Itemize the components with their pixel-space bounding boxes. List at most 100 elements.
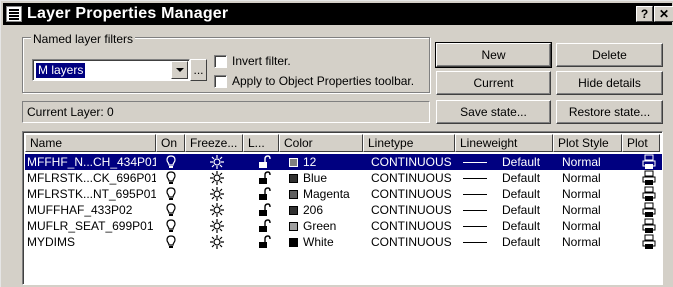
apply-to-toolbar-checkbox[interactable] <box>214 75 227 88</box>
linetype[interactable]: CONTINUOUS <box>371 202 457 218</box>
layer-row[interactable]: MFLRSTK...CK_696P01 Blue CONTINUOUS Defa… <box>25 170 662 186</box>
new-layer-button[interactable]: New <box>435 42 552 68</box>
column-header-on[interactable]: On <box>156 134 185 152</box>
color-swatch[interactable] <box>289 206 298 215</box>
layer-name: MFLRSTK...CK_696P01 <box>27 171 156 185</box>
layer-name: MUFFHAF_433P02 <box>27 203 133 217</box>
column-header-plot-style[interactable]: Plot Style <box>553 134 622 152</box>
linetype[interactable]: CONTINUOUS <box>371 218 457 234</box>
close-button[interactable]: ✕ <box>654 6 673 22</box>
invert-filter-checkbox[interactable] <box>214 55 227 68</box>
linetype[interactable]: CONTINUOUS <box>371 170 457 186</box>
layer-row[interactable]: MFFHF_N...CH_434P01 12 CONTINUOUS Defaul… <box>25 154 662 170</box>
lineweight-sample <box>463 194 487 195</box>
lineweight[interactable]: Default <box>502 154 552 170</box>
color-swatch[interactable] <box>289 190 298 199</box>
delete-layer-button[interactable]: Delete <box>556 43 663 67</box>
layer-properties-manager-window: Layer Properties Manager ? ✕ Named layer… <box>0 0 673 287</box>
printer-icon[interactable] <box>641 234 657 250</box>
open-padlock-icon[interactable] <box>256 202 272 218</box>
layer-row[interactable]: MYDIMS White CONTINUOUS Default Normal <box>25 234 662 250</box>
color-name[interactable]: Blue <box>303 170 363 186</box>
layer-filter-value: M layers <box>36 63 86 78</box>
help-button[interactable]: ? <box>636 6 653 22</box>
layer-row[interactable]: MUFFHAF_433P02 206 CONTINUOUS Default No… <box>25 202 662 218</box>
hide-details-button[interactable]: Hide details <box>556 71 663 95</box>
sun-icon[interactable] <box>209 154 225 170</box>
layer-filter-dropdown[interactable]: M layers <box>32 59 190 81</box>
color-name[interactable]: White <box>303 234 363 250</box>
sun-icon[interactable] <box>209 170 225 186</box>
plot-style[interactable]: Normal <box>562 202 622 218</box>
restore-state-button[interactable]: Restore state... <box>556 100 663 124</box>
sun-icon[interactable] <box>209 186 225 202</box>
color-swatch[interactable] <box>289 174 298 183</box>
app-icon <box>6 6 22 22</box>
column-header-lineweight[interactable]: Lineweight <box>455 134 553 152</box>
color-swatch[interactable] <box>289 238 298 247</box>
linetype[interactable]: CONTINUOUS <box>371 234 457 250</box>
layer-row[interactable]: MUFLR_SEAT_699P01 Green CONTINUOUS Defau… <box>25 218 662 234</box>
column-header-name[interactable]: Name <box>25 134 156 152</box>
color-name[interactable]: 12 <box>303 154 363 170</box>
filter-browse-button[interactable]: ... <box>190 59 207 81</box>
lightbulb-icon[interactable] <box>163 170 179 186</box>
open-padlock-icon[interactable] <box>256 218 272 234</box>
chevron-down-icon[interactable] <box>171 61 188 79</box>
lineweight-sample <box>463 226 487 227</box>
layer-list[interactable]: Name On Freeze... L... Color Linetype Li… <box>22 131 663 285</box>
sun-icon[interactable] <box>209 202 225 218</box>
title-bar[interactable]: Layer Properties Manager ? ✕ <box>3 3 673 25</box>
save-state-button[interactable]: Save state... <box>436 100 551 124</box>
column-header-plot[interactable]: Plot <box>622 134 660 152</box>
lineweight-sample <box>463 162 487 163</box>
set-current-button[interactable]: Current <box>436 71 551 95</box>
column-header-freeze[interactable]: Freeze... <box>185 134 243 152</box>
printer-icon[interactable] <box>641 202 657 218</box>
window-title: Layer Properties Manager <box>27 5 229 22</box>
layer-name: MYDIMS <box>27 235 75 249</box>
color-swatch[interactable] <box>289 222 298 231</box>
column-header-color[interactable]: Color <box>279 134 363 152</box>
printer-icon[interactable] <box>641 218 657 234</box>
lineweight[interactable]: Default <box>502 234 552 250</box>
open-padlock-icon[interactable] <box>256 186 272 202</box>
plot-style[interactable]: Normal <box>562 154 622 170</box>
column-header-lock[interactable]: L... <box>243 134 279 152</box>
sun-icon[interactable] <box>209 234 225 250</box>
lineweight[interactable]: Default <box>502 218 552 234</box>
lightbulb-icon[interactable] <box>163 186 179 202</box>
lightbulb-icon[interactable] <box>163 154 179 170</box>
color-name[interactable]: Green <box>303 218 363 234</box>
lightbulb-icon[interactable] <box>163 218 179 234</box>
linetype[interactable]: CONTINUOUS <box>371 186 457 202</box>
apply-to-toolbar-label: Apply to Object Properties toolbar. <box>232 74 415 88</box>
printer-icon[interactable] <box>641 170 657 186</box>
open-padlock-icon[interactable] <box>256 170 272 186</box>
plot-style[interactable]: Normal <box>562 234 622 250</box>
lineweight[interactable]: Default <box>502 186 552 202</box>
lightbulb-icon[interactable] <box>163 202 179 218</box>
current-layer-display: Current Layer: 0 <box>22 101 430 123</box>
color-name[interactable]: 206 <box>303 202 363 218</box>
color-swatch[interactable] <box>289 158 298 167</box>
lineweight[interactable]: Default <box>502 202 552 218</box>
linetype[interactable]: CONTINUOUS <box>371 154 457 170</box>
column-header-linetype[interactable]: Linetype <box>363 134 455 152</box>
open-padlock-icon[interactable] <box>256 154 272 170</box>
layer-row[interactable]: MFLRSTK...NT_695P01 Magenta CONTINUOUS D… <box>25 186 662 202</box>
printer-icon[interactable] <box>641 154 657 170</box>
color-name[interactable]: Magenta <box>303 186 363 202</box>
open-padlock-icon[interactable] <box>256 234 272 250</box>
plot-style[interactable]: Normal <box>562 218 622 234</box>
plot-style[interactable]: Normal <box>562 186 622 202</box>
layer-name: MFLRSTK...NT_695P01 <box>27 187 156 201</box>
plot-style[interactable]: Normal <box>562 170 622 186</box>
printer-icon[interactable] <box>641 186 657 202</box>
lineweight[interactable]: Default <box>502 170 552 186</box>
lightbulb-icon[interactable] <box>163 234 179 250</box>
layer-name: MUFLR_SEAT_699P01 <box>27 219 154 233</box>
sun-icon[interactable] <box>209 218 225 234</box>
named-layer-filters-label: Named layer filters <box>31 32 136 46</box>
layer-name: MFFHF_N...CH_434P01 <box>27 155 156 169</box>
